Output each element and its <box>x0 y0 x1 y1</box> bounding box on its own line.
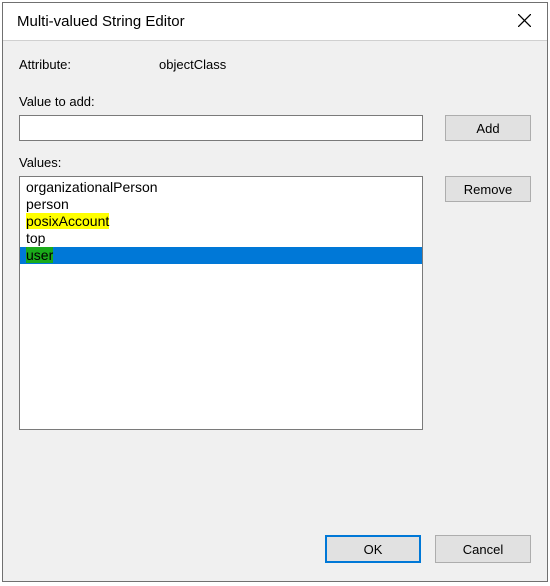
titlebar: Multi-valued String Editor <box>3 3 547 41</box>
add-button[interactable]: Add <box>445 115 531 141</box>
values-list-item[interactable]: person <box>20 196 422 213</box>
values-list-item-text: user <box>26 247 53 263</box>
remove-button[interactable]: Remove <box>445 176 531 202</box>
attribute-label: Attribute: <box>19 57 159 72</box>
values-list-item[interactable]: top <box>20 230 422 247</box>
values-list-item-text: person <box>26 196 69 212</box>
client-area: Attribute: objectClass Value to add: Add… <box>3 41 547 581</box>
value-to-add-label: Value to add: <box>19 94 531 109</box>
values-label: Values: <box>19 155 531 170</box>
values-list-item[interactable]: posixAccount <box>20 213 422 230</box>
add-row: Add <box>19 115 531 141</box>
attribute-value: objectClass <box>159 57 226 72</box>
values-list-item-text: top <box>26 230 45 246</box>
values-list-item-text: posixAccount <box>26 213 109 229</box>
values-list-item-text: organizationalPerson <box>26 179 158 195</box>
cancel-button[interactable]: Cancel <box>435 535 531 563</box>
values-list-item[interactable]: organizationalPerson <box>20 179 422 196</box>
window-title: Multi-valued String Editor <box>17 13 501 30</box>
dialog-buttons: OK Cancel <box>19 535 531 563</box>
values-listbox[interactable]: organizationalPersonpersonposixAccountto… <box>19 176 423 430</box>
attribute-row: Attribute: objectClass <box>19 57 531 72</box>
dialog-window: Multi-valued String Editor Attribute: ob… <box>2 2 548 582</box>
close-button[interactable] <box>501 3 547 41</box>
close-icon <box>518 14 531 30</box>
values-list-item[interactable]: user <box>20 247 422 264</box>
values-row: organizationalPersonpersonposixAccountto… <box>19 176 531 513</box>
ok-button[interactable]: OK <box>325 535 421 563</box>
value-to-add-input[interactable] <box>19 115 423 141</box>
